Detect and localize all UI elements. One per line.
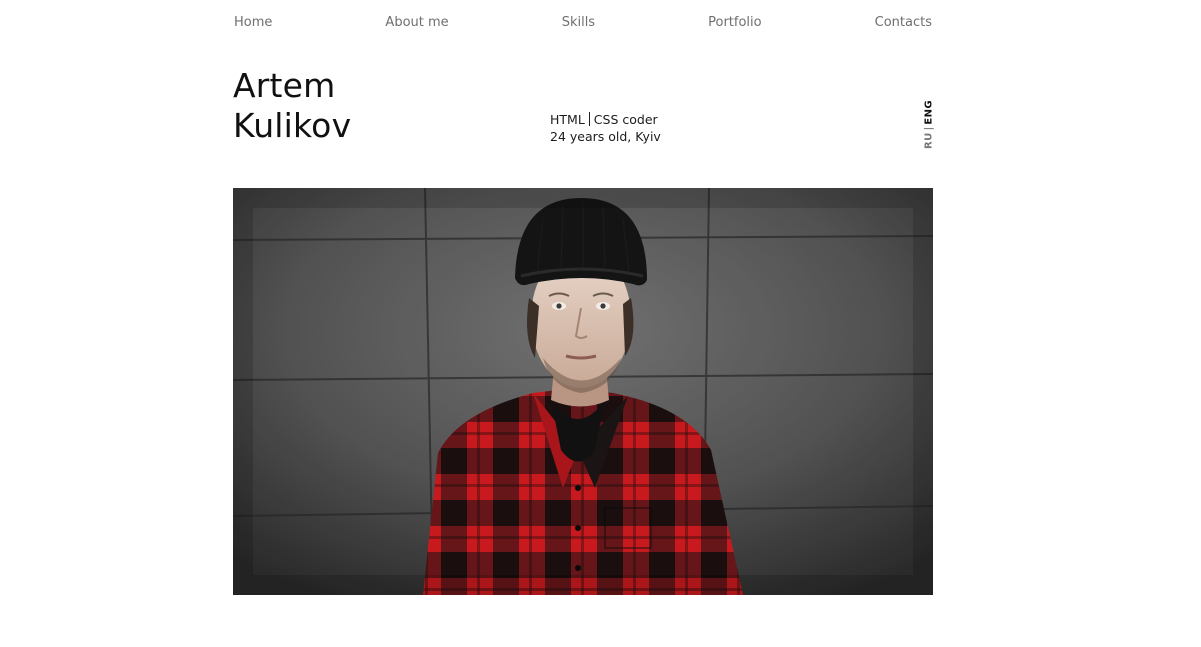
page-title: Artem Kulikov — [233, 66, 351, 146]
role-html: HTML — [550, 112, 585, 127]
nav-portfolio[interactable]: Portfolio — [708, 15, 761, 30]
profile-photo — [233, 188, 933, 595]
nav-contacts[interactable]: Contacts — [875, 15, 932, 30]
role-divider — [588, 112, 590, 126]
last-name: Kulikov — [233, 106, 352, 145]
profile-photo-illustration — [233, 188, 933, 595]
language-switcher: RU|ENG — [920, 100, 938, 150]
nav-home[interactable]: Home — [234, 15, 272, 30]
tagline: HTML CSS coder 24 years old, Kyiv — [550, 111, 661, 145]
age-location: 24 years old, Kyiv — [550, 129, 661, 144]
first-name: Artem — [233, 66, 336, 105]
lang-separator: | — [923, 126, 935, 131]
language-switcher-label: RU|ENG — [924, 100, 935, 150]
main-nav: Home About me Skills Portfolio Contacts — [234, 13, 932, 31]
lang-eng[interactable]: ENG — [924, 100, 935, 125]
role-line: HTML CSS coder — [550, 111, 661, 128]
lang-ru[interactable]: RU — [924, 132, 935, 149]
nav-about-me[interactable]: About me — [385, 15, 448, 30]
nav-skills[interactable]: Skills — [562, 15, 595, 30]
role-css: CSS coder — [593, 112, 658, 127]
